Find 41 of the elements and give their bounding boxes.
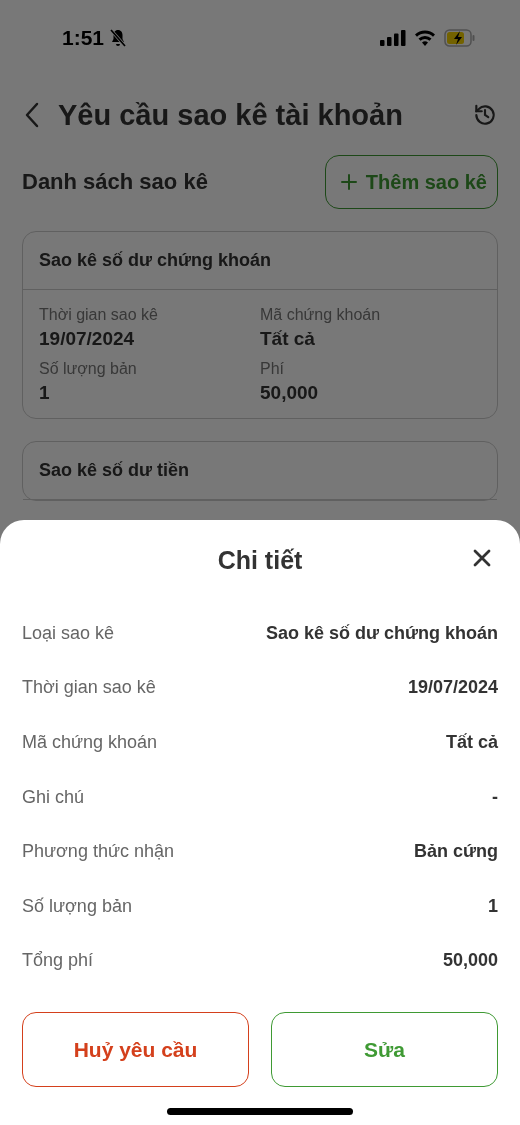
detail-value: 19/07/2024 xyxy=(407,677,498,699)
detail-value: Bản cứng xyxy=(413,841,498,863)
plus-icon xyxy=(339,173,358,191)
detail-value: - xyxy=(492,786,498,808)
field-value: 1 xyxy=(39,382,51,404)
card-title: Sao kê số dư chứng khoán xyxy=(39,250,272,270)
detail-label: Số lượng bản xyxy=(22,895,132,917)
detail-label: Ghi chú xyxy=(22,786,85,808)
field-value: 50,000 xyxy=(260,382,320,404)
signal-icon xyxy=(380,29,406,46)
battery-charging-icon xyxy=(444,28,476,47)
cancel-request-button[interactable]: Huỷ yêu cầu xyxy=(22,1012,249,1088)
detail-label: Thời gian sao kê xyxy=(22,677,156,699)
detail-label: Phương thức nhận xyxy=(22,841,174,863)
field-value: Tất cả xyxy=(260,328,316,350)
sheet-title: Chi tiết xyxy=(217,545,303,575)
detail-value: Sao kê số dư chứng khoán xyxy=(265,622,498,644)
detail-label: Loại sao kê xyxy=(22,622,115,644)
detail-value: 50,000 xyxy=(442,950,498,972)
page-title: Yêu cầu sao kê tài khoản xyxy=(58,98,404,132)
field-label: Phí xyxy=(260,360,285,378)
wifi-icon xyxy=(414,29,436,46)
history-button[interactable] xyxy=(472,102,498,128)
close-button[interactable] xyxy=(472,548,492,568)
detail-label: Tổng phí xyxy=(22,950,94,972)
statement-card[interactable]: Sao kê số dư tiền xyxy=(22,441,498,501)
statement-card[interactable]: Sao kê số dư chứng khoán Thời gian sao kê 19/07/2024 Mã chứng khoán Tất cả Số lượng bản 1 Phí 50,000 xyxy=(22,231,498,419)
add-statement-button[interactable]: Thêm sao kê xyxy=(324,155,498,209)
field-value: 19/07/2024 xyxy=(39,328,136,350)
detail-label: Mã chứng khoán xyxy=(22,732,158,753)
section-title: Danh sách sao kê xyxy=(22,169,208,195)
field-label: Thời gian sao kê xyxy=(39,306,159,324)
field-label: Số lượng bản xyxy=(39,360,138,378)
detail-value: Tất cả xyxy=(445,732,498,753)
muted-bell-icon xyxy=(110,28,127,47)
card-title: Sao kê số dư tiền xyxy=(39,460,190,480)
field-label: Mã chứng khoán xyxy=(260,306,382,324)
edit-button[interactable]: Sửa xyxy=(271,1012,498,1088)
detail-value: 1 xyxy=(488,895,498,917)
status-time: 1:51 xyxy=(62,25,105,50)
back-button[interactable] xyxy=(24,102,40,128)
